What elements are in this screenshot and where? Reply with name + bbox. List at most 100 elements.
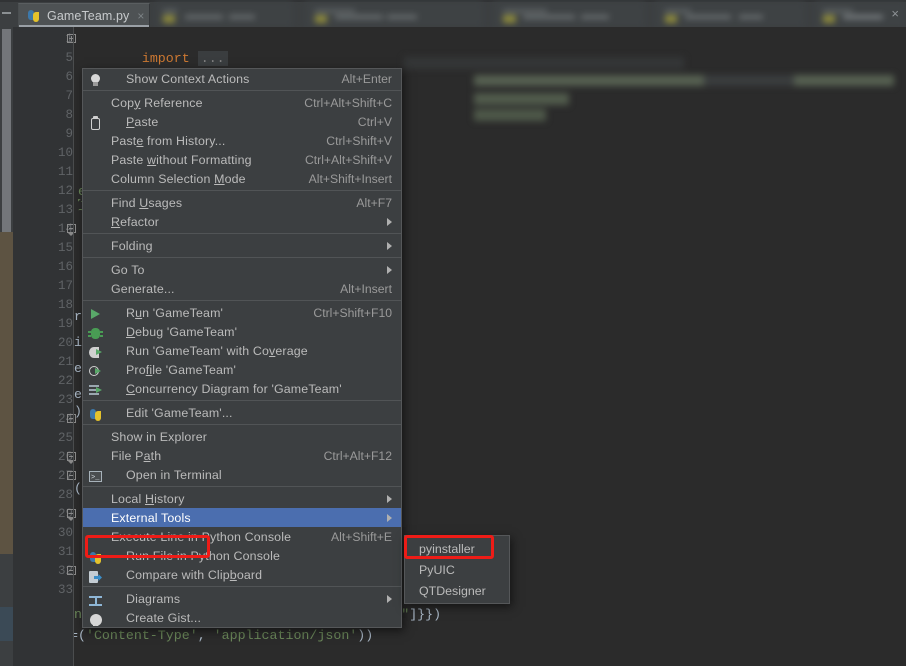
line-number: 11 bbox=[57, 165, 73, 179]
submenu-item-label: QTDesigner bbox=[419, 583, 486, 598]
menu-item-label: External Tools bbox=[111, 510, 191, 525]
code-fragment-close-paren: ) bbox=[74, 404, 82, 419]
concurrency-diagram-icon bbox=[88, 383, 103, 398]
diagrams-icon bbox=[88, 593, 103, 608]
menu-separator bbox=[83, 486, 401, 487]
menu-item-label: File Path bbox=[111, 448, 162, 463]
menu-item-label: Run File in Python Console bbox=[126, 548, 281, 563]
line-number: 17 bbox=[57, 279, 73, 293]
line-number: 8 bbox=[65, 108, 73, 122]
menu-item-paste-without-formatting[interactable]: Paste without Formatting Ctrl+Alt+Shift+V bbox=[83, 150, 401, 169]
menu-item-label: Run 'GameTeam' bbox=[126, 305, 224, 320]
menu-item-label: Find Usages bbox=[111, 195, 183, 210]
line-number-gutter: 156w7s8s9s10s11s121314d15161718192021222… bbox=[13, 27, 97, 666]
line-number: 16 bbox=[57, 260, 73, 274]
line-number: 15 bbox=[57, 241, 73, 255]
menu-item-diagrams[interactable]: Diagrams bbox=[83, 589, 401, 608]
python-icon bbox=[88, 550, 103, 565]
pycharm-window: GameTeam.py × × 156w7s8s9s10s11s121314d1… bbox=[0, 0, 906, 666]
menu-item-concurrency-diagram-for-gameteam[interactable]: Concurrency Diagram for 'GameTeam' bbox=[83, 379, 401, 398]
python-icon bbox=[88, 407, 103, 422]
menu-item-label: Copy Reference bbox=[111, 95, 203, 110]
submenu-item-qtdesigner[interactable]: QTDesigner bbox=[405, 580, 509, 601]
line-number: 32 bbox=[57, 564, 73, 578]
menu-item-run-gameteam[interactable]: Run 'GameTeam' Ctrl+Shift+F10 bbox=[83, 303, 401, 322]
menu-item-edit-gameteam[interactable]: Edit 'GameTeam'... bbox=[83, 403, 401, 422]
menu-item-go-to[interactable]: Go To bbox=[83, 260, 401, 279]
debug-bug-icon bbox=[88, 326, 103, 341]
line-number: 12 bbox=[57, 184, 73, 198]
menu-item-paste-from-history[interactable]: Paste from History... Ctrl+Shift+V bbox=[83, 131, 401, 150]
tab-close-icon[interactable]: × bbox=[137, 9, 144, 23]
tab-gameteam-py[interactable]: GameTeam.py × bbox=[18, 3, 150, 27]
editor-left-stripe bbox=[0, 27, 13, 666]
menu-item-label: Paste bbox=[126, 114, 159, 129]
menu-item-local-history[interactable]: Local History bbox=[83, 489, 401, 508]
menu-separator bbox=[83, 190, 401, 191]
menu-item-compare-with-clipboard[interactable]: Compare with Clipboard bbox=[83, 565, 401, 584]
submenu-item-label: pyinstaller bbox=[419, 541, 475, 556]
line-number: 24 bbox=[57, 412, 73, 426]
line-number: 31 bbox=[57, 545, 73, 559]
menu-item-debug-gameteam[interactable]: Debug 'GameTeam' bbox=[83, 322, 401, 341]
menu-item-shortcut: Ctrl+Shift+F10 bbox=[313, 305, 392, 320]
blurred-code-region bbox=[404, 57, 906, 167]
menu-item-refactor[interactable]: Refactor bbox=[83, 212, 401, 231]
menu-item-generate[interactable]: Generate... Alt+Insert bbox=[83, 279, 401, 298]
collapse-icon[interactable] bbox=[2, 12, 11, 14]
chevron-right-icon bbox=[387, 242, 392, 250]
line-number: 27 bbox=[57, 469, 73, 483]
submenu-item-pyuic[interactable]: PyUIC bbox=[405, 559, 509, 580]
line-number: 1 bbox=[65, 32, 73, 46]
line-number: 21 bbox=[57, 355, 73, 369]
submenu-item-pyinstaller[interactable]: pyinstaller bbox=[405, 538, 509, 559]
menu-item-file-path[interactable]: File Path Ctrl+Alt+F12 bbox=[83, 446, 401, 465]
menu-item-label: Create Gist... bbox=[126, 610, 202, 625]
menu-item-paste[interactable]: Paste Ctrl+V bbox=[83, 112, 401, 131]
menu-item-folding[interactable]: Folding bbox=[83, 236, 401, 255]
menu-item-execute-line-in-python-console[interactable]: Execute Line in Python Console Alt+Shift+… bbox=[83, 527, 401, 546]
menu-item-run-file-in-python-console[interactable]: Run File in Python Console bbox=[83, 546, 401, 565]
menu-item-run-gameteam-with-coverage[interactable]: Run 'GameTeam' with Coverage bbox=[83, 341, 401, 360]
menu-item-shortcut: Ctrl+Shift+V bbox=[326, 133, 392, 148]
editor-context-menu[interactable]: Show Context Actions Alt+Enter Copy Refere… bbox=[82, 68, 402, 628]
clipboard-icon bbox=[88, 116, 103, 131]
menu-item-copy-reference[interactable]: Copy Reference Ctrl+Alt+Shift+C bbox=[83, 93, 401, 112]
menu-item-label: Run 'GameTeam' with Coverage bbox=[126, 343, 308, 358]
line-number: 25 bbox=[57, 431, 73, 445]
menu-item-find-usages[interactable]: Find Usages Alt+F7 bbox=[83, 193, 401, 212]
editor-tab-bar: GameTeam.py × × bbox=[0, 0, 906, 27]
menu-item-shortcut: Ctrl+Alt+F12 bbox=[323, 448, 392, 463]
menu-item-create-gist[interactable]: Create Gist... bbox=[83, 608, 401, 627]
menu-item-label: Go To bbox=[111, 262, 145, 277]
menu-item-shortcut: Alt+Shift+Insert bbox=[308, 171, 392, 186]
close-all-tabs-icon[interactable]: × bbox=[891, 6, 899, 21]
menu-item-show-context-actions[interactable]: Show Context Actions Alt+Enter bbox=[83, 69, 401, 88]
line-number: 28 bbox=[57, 488, 73, 502]
menu-item-show-in-explorer[interactable]: Show in Explorer bbox=[83, 427, 401, 446]
menu-item-shortcut: Ctrl+Alt+Shift+C bbox=[304, 95, 392, 110]
external-tools-submenu[interactable]: pyinstaller PyUIC QTDesigner bbox=[404, 535, 510, 604]
menu-item-label: Open in Terminal bbox=[126, 467, 222, 482]
menu-item-open-in-terminal[interactable]: >_ Open in Terminal bbox=[83, 465, 401, 484]
menu-item-column-selection-mode[interactable]: Column Selection Mode Alt+Shift+Insert bbox=[83, 169, 401, 188]
python-file-icon bbox=[26, 8, 41, 23]
menu-item-shortcut: Alt+F7 bbox=[356, 195, 392, 210]
vertical-scrollbar-thumb[interactable] bbox=[2, 29, 11, 232]
line-number: 22 bbox=[57, 374, 73, 388]
stripe-marker-brown bbox=[0, 232, 13, 554]
line-number: 6 bbox=[65, 70, 73, 84]
lightbulb-icon bbox=[88, 73, 103, 88]
line-number: 14 bbox=[57, 222, 73, 236]
line-number: 7 bbox=[65, 89, 73, 103]
line-number: 26 bbox=[57, 450, 73, 464]
profile-icon bbox=[88, 364, 103, 379]
line-number: 18 bbox=[57, 298, 73, 312]
menu-item-label: Paste without Formatting bbox=[111, 152, 252, 167]
menu-item-external-tools[interactable]: External Tools bbox=[83, 508, 401, 527]
menu-item-profile-gameteam[interactable]: Profile 'GameTeam' bbox=[83, 360, 401, 379]
line-number: 23 bbox=[57, 393, 73, 407]
menu-separator bbox=[83, 586, 401, 587]
line-number: 20 bbox=[57, 336, 73, 350]
chevron-right-icon bbox=[387, 495, 392, 503]
